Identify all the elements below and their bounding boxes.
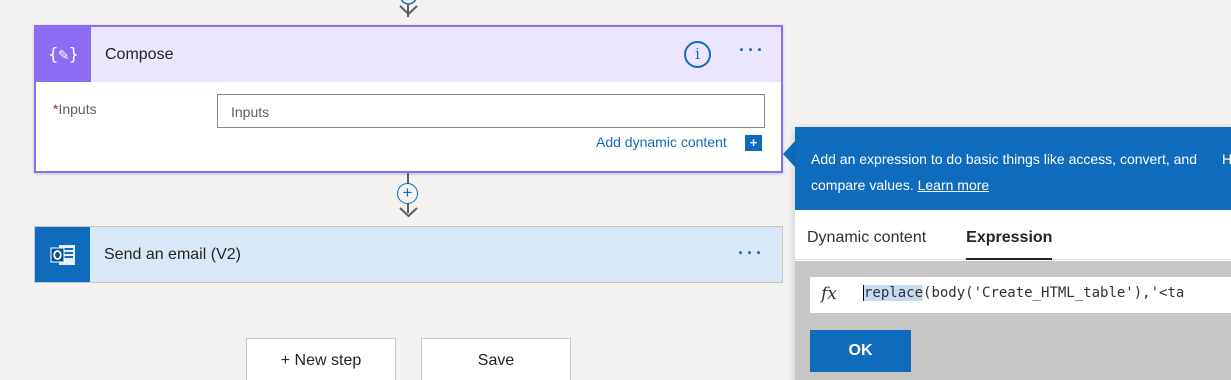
tab-dynamic-content[interactable]: Dynamic content	[807, 229, 926, 259]
compose-header[interactable]: {✎} Compose i ···	[36, 27, 781, 82]
insert-step-button[interactable]: +	[397, 183, 418, 204]
outlook-icon	[35, 227, 90, 282]
compose-more-options-icon[interactable]: ···	[739, 40, 766, 61]
flyout-tabs: Dynamic content Expression	[795, 210, 1231, 260]
compose-action-card[interactable]: {✎} Compose i ··· *Inputs Inputs Add dyn…	[34, 25, 783, 173]
add-dynamic-content-icon[interactable]: +	[745, 135, 762, 151]
ok-button[interactable]: OK	[810, 330, 911, 372]
expression-function-highlight: replace	[863, 285, 924, 301]
save-button[interactable]: Save	[421, 338, 571, 380]
fx-icon: fx	[821, 284, 837, 304]
tab-expression[interactable]: Expression	[966, 229, 1053, 260]
expression-banner: Add an expression to do basic things lik…	[795, 127, 1231, 210]
top-arrow-icon	[399, 0, 418, 16]
middle-arrow-icon	[399, 207, 418, 218]
add-dynamic-content-link[interactable]: Add dynamic content	[596, 134, 727, 150]
inputs-label: *Inputs	[53, 101, 97, 117]
send-email-more-options-icon[interactable]: ···	[738, 243, 765, 264]
inputs-label-text: Inputs	[58, 101, 97, 117]
expression-editor-area: fx replace(body('Create_HTML_table'),'<t…	[795, 261, 1231, 380]
compose-icon: {✎}	[36, 27, 91, 82]
expression-flyout: Add an expression to do basic things lik…	[795, 127, 1231, 380]
new-step-button[interactable]: + New step	[246, 338, 396, 380]
send-email-title: Send an email (V2)	[104, 245, 241, 263]
learn-more-link[interactable]: Learn more	[918, 177, 990, 193]
send-email-action-card[interactable]: Send an email (V2) ···	[34, 226, 783, 283]
compose-title: Compose	[105, 45, 174, 63]
expression-input[interactable]: fx replace(body('Create_HTML_table'),'<t…	[810, 277, 1231, 313]
expression-description: Add an expression to do basic things lik…	[811, 151, 1197, 193]
expression-text[interactable]: replace(body('Create_HTML_table'),'<ta	[863, 285, 1184, 301]
expression-arguments: (body('Create_HTML_table'),'<ta	[923, 285, 1185, 301]
clipped-banner-text: H	[1222, 151, 1231, 167]
info-icon[interactable]: i	[684, 41, 711, 68]
inputs-field[interactable]: Inputs	[217, 94, 765, 128]
